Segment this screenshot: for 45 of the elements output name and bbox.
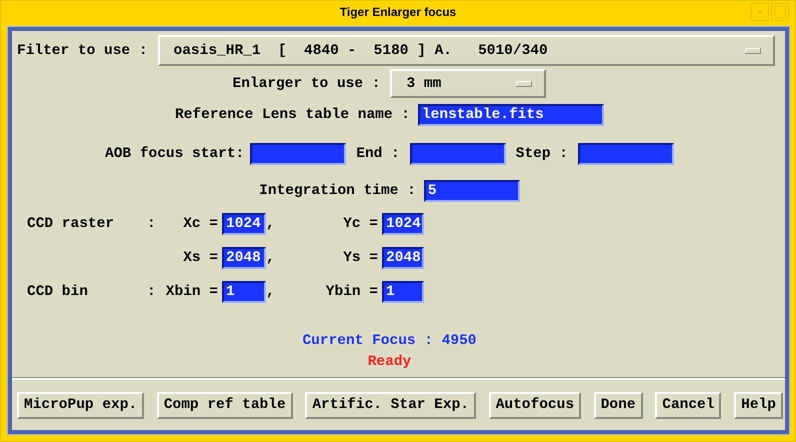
current-focus-text: Current Focus : 4950 — [302, 333, 478, 349]
input-field[interactable] — [250, 143, 346, 165]
colon-text: : — [147, 284, 156, 300]
input-field[interactable]: 1024 — [222, 213, 266, 235]
input-field[interactable]: 5 — [424, 180, 520, 202]
field-label: Filter to use : — [17, 42, 148, 58]
field-label: CCD bin — [27, 284, 88, 300]
input-field[interactable] — [410, 143, 506, 165]
action-button[interactable]: Done — [594, 392, 643, 418]
option-menu-icon — [516, 80, 532, 86]
comma-text: , — [266, 250, 275, 266]
field-label: Xc = — [183, 216, 219, 232]
status-text: Ready — [368, 354, 412, 370]
field-label: Integration time : — [259, 183, 416, 199]
input-field[interactable]: 1 — [222, 281, 266, 303]
field-label: Enlarger to use : — [232, 76, 380, 92]
input-field[interactable]: 2048 — [222, 247, 266, 269]
action-button[interactable]: Artific. Star Exp. — [305, 392, 476, 418]
input-field[interactable]: 2048 — [382, 247, 424, 269]
field-label: Reference Lens table name : — [175, 107, 410, 123]
field-label: Step : — [516, 146, 568, 162]
field-label: Xs = — [183, 250, 219, 266]
field-label: Yc = — [343, 216, 379, 232]
filter-dropdown[interactable]: oasis_HR_1 [ 4840 - 5180 ] A. 5010/340 — [158, 35, 775, 66]
input-field[interactable] — [578, 143, 674, 165]
field-label: CCD raster — [27, 216, 114, 232]
option-menu-icon — [744, 48, 761, 54]
field-label: AOB focus start: — [105, 146, 244, 162]
action-button[interactable]: Cancel — [655, 392, 722, 418]
field-label: Ys = — [343, 250, 379, 266]
action-button[interactable]: MicroPup exp. — [17, 392, 144, 418]
input-field[interactable]: lenstable.fits — [418, 104, 604, 126]
action-button[interactable]: Help — [734, 392, 783, 418]
comma-text: , — [266, 284, 275, 300]
enlarger-dropdown[interactable]: 3 mm — [390, 69, 546, 98]
input-field[interactable]: 1 — [382, 281, 424, 303]
window-title: Tiger Enlarger focus — [340, 5, 456, 19]
input-field[interactable]: 1024 — [382, 213, 424, 235]
action-button[interactable]: Autofocus — [488, 392, 582, 418]
comma-text: , — [266, 216, 275, 232]
action-button[interactable]: Comp ref table — [156, 392, 293, 418]
colon-text: : — [147, 216, 156, 232]
field-label: Ybin = — [326, 284, 379, 300]
field-label: Xbin = — [166, 284, 219, 300]
field-label: End : — [356, 146, 400, 162]
